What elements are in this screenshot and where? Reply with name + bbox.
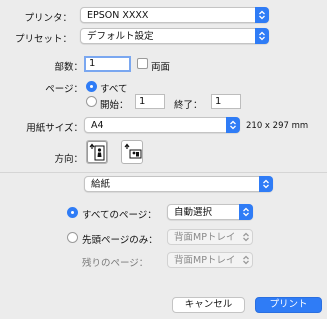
section-popup[interactable]: 給紙	[84, 176, 273, 192]
feed-all-pages-radio[interactable]	[67, 207, 78, 218]
popup-arrows-icon	[239, 229, 253, 245]
feed-remaining-label: 残りのページ：	[82, 258, 149, 269]
landscape-icon	[124, 143, 142, 159]
feed-remaining-value: 背面MPトレイ	[174, 255, 236, 266]
feed-first-page-radio[interactable]	[67, 232, 78, 243]
paper-size-value: A4	[91, 120, 104, 131]
pages-to-label: 終了：	[174, 100, 203, 111]
paper-dimensions: 210 x 297 mm	[246, 121, 309, 131]
popup-arrows-icon	[239, 204, 253, 220]
copies-field[interactable]: 1	[84, 56, 131, 72]
paper-size-label: 用紙サイズ：	[26, 123, 83, 134]
feed-all-pages-label: すべてのページ：	[82, 210, 157, 221]
pages-all-radio[interactable]	[86, 81, 97, 92]
duplex-checkbox[interactable]	[137, 58, 148, 69]
pages-label: ページ：	[45, 84, 83, 95]
popup-arrows-icon	[259, 176, 273, 192]
preset-label: プリセット：	[14, 34, 72, 45]
feed-first-page-label: 先頭ページのみ：	[82, 235, 158, 246]
pages-from-field[interactable]: 1	[135, 94, 165, 109]
print-button[interactable]: プリント	[255, 297, 322, 313]
popup-arrows-icon	[255, 28, 269, 44]
printer-value: EPSON XXXX	[87, 10, 149, 21]
paper-size-popup[interactable]: A4	[84, 117, 240, 133]
preset-popup[interactable]: デフォルト設定	[80, 28, 269, 44]
feed-first-page-popup[interactable]: 背面MPトレイ	[167, 229, 253, 245]
portrait-icon	[89, 143, 105, 161]
orientation-label: 方向：	[54, 154, 83, 165]
pages-range-radio[interactable]	[86, 96, 97, 107]
preset-value: デフォルト設定	[87, 31, 154, 42]
feed-all-pages-popup[interactable]: 自動選択	[167, 204, 253, 220]
popup-arrows-icon	[226, 117, 240, 133]
portrait-button[interactable]	[86, 140, 108, 164]
printer-popup[interactable]: EPSON XXXX	[80, 7, 269, 23]
feed-first-page-value: 背面MPトレイ	[174, 232, 236, 243]
section-popup-value: 給紙	[91, 179, 111, 190]
feed-all-pages-value: 自動選択	[174, 207, 213, 218]
printer-label: プリンタ：	[24, 13, 72, 24]
landscape-button[interactable]	[121, 140, 143, 164]
popup-arrows-icon	[255, 7, 269, 23]
pages-to-field[interactable]: 1	[211, 94, 241, 109]
copies-label: 部数：	[54, 62, 83, 73]
divider	[0, 172, 327, 173]
feed-remaining-popup[interactable]: 背面MPトレイ	[167, 252, 253, 268]
popup-arrows-icon	[239, 252, 253, 268]
pages-all-label: すべて	[100, 84, 128, 95]
duplex-label: 両面	[151, 62, 171, 73]
cancel-button[interactable]: キャンセル	[172, 297, 245, 313]
pages-from-label: 開始：	[100, 100, 129, 111]
